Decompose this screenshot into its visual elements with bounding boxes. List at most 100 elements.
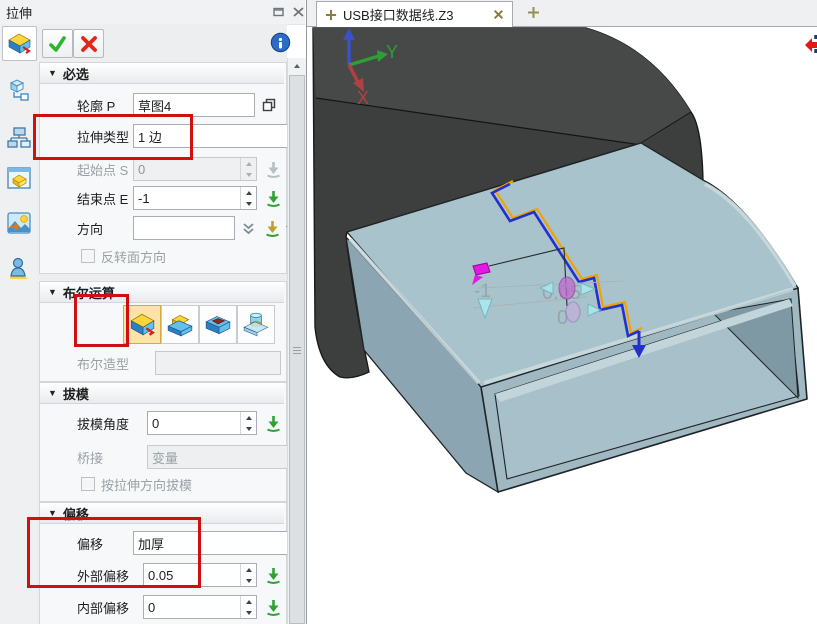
- row-start-point: 起始点 S: [77, 156, 321, 182]
- scrollbar-up-icon[interactable]: [288, 58, 306, 74]
- end-point-input-box: [133, 186, 257, 210]
- ok-arrow-icon: [264, 598, 283, 617]
- boolean-subtract-icon: [204, 311, 232, 337]
- boolean-shape-label: 布尔造型: [77, 354, 155, 373]
- inner-offset-input-box: [143, 595, 257, 619]
- pick-copy-icon[interactable]: [261, 97, 277, 113]
- spinner-icon[interactable]: [240, 596, 256, 618]
- extrude-type-value: 1 边: [138, 127, 300, 146]
- tab-close-icon[interactable]: [493, 9, 504, 20]
- boolean-intersect-icon: [242, 311, 270, 337]
- section-title: 偏移: [63, 504, 89, 523]
- boolean-shape-input[interactable]: [156, 352, 280, 374]
- info-icon: [270, 32, 291, 53]
- boolean-op-base-button[interactable]: [123, 305, 161, 344]
- display-query-icon[interactable]: [6, 77, 32, 103]
- boolean-op-subtract-button[interactable]: [199, 305, 237, 344]
- row-extrude-type: 拉伸类型 1 边: [77, 123, 321, 149]
- outer-offset-input-box: [143, 563, 257, 587]
- offset-handle-icon[interactable]: [566, 302, 580, 322]
- panel-scrollbar[interactable]: [287, 58, 306, 624]
- draft-along-checkbox[interactable]: [81, 477, 95, 491]
- spinner-icon[interactable]: [240, 187, 256, 209]
- draft-angle-input[interactable]: [148, 412, 240, 434]
- new-tab-plus-icon: [527, 6, 540, 19]
- cancel-button[interactable]: [73, 29, 104, 58]
- ok-arrow-icon-disabled: [264, 160, 283, 179]
- boolean-shape-input-box: [155, 351, 281, 375]
- outer-offset-input[interactable]: [144, 564, 240, 586]
- section-title: 布尔运算: [63, 283, 115, 302]
- offset-type-value: 加厚: [138, 534, 300, 553]
- draft-angle-input-box: [147, 411, 257, 435]
- offset-type-combo[interactable]: 加厚: [133, 531, 313, 555]
- flip-face-checkbox[interactable]: [81, 249, 95, 263]
- confirm-button[interactable]: [42, 29, 73, 58]
- offset-handle-icon[interactable]: [559, 277, 575, 299]
- spinner-icon[interactable]: [240, 412, 256, 434]
- section-header-offset[interactable]: ▼ 偏移: [40, 503, 284, 524]
- document-tabbar: USB接口数据线.Z3: [307, 0, 817, 27]
- document-tab-active[interactable]: USB接口数据线.Z3: [316, 1, 513, 27]
- outer-offset-label: 外部偏移: [77, 566, 143, 585]
- section-header-draft[interactable]: ▼ 拔模: [40, 383, 284, 404]
- boolean-op-intersect-button[interactable]: [237, 305, 275, 344]
- cancel-cross-icon: [80, 35, 98, 53]
- confirm-check-icon: [48, 35, 67, 53]
- row-end-point: 结束点 E: [77, 185, 321, 211]
- new-tab-button[interactable]: [527, 6, 542, 21]
- extrude-dialog-body: ▼ 必选 轮廓 P 拉伸类型 1 边: [37, 24, 287, 624]
- start-point-input-box: [133, 157, 257, 181]
- profile-input[interactable]: [134, 94, 254, 116]
- ok-arrow-icon: [264, 189, 283, 208]
- section-header-required[interactable]: ▼ 必选: [40, 63, 284, 84]
- dialog-title: 拉伸: [6, 3, 32, 22]
- tab-plus-icon[interactable]: [325, 9, 337, 21]
- history-manager-icon[interactable]: [6, 125, 32, 151]
- direction-input[interactable]: [134, 217, 234, 239]
- boolean-op-add-button[interactable]: [161, 305, 199, 344]
- ok-arrow-icon: [264, 566, 283, 585]
- row-direction: 方向: [77, 215, 321, 241]
- info-button[interactable]: [270, 32, 291, 53]
- section-header-boolean[interactable]: ▼ 布尔运算: [40, 282, 284, 303]
- row-draft-along: 按拉伸方向拔模: [77, 474, 321, 494]
- inner-offset-label: 内部偏移: [77, 598, 143, 617]
- profile-input-box: [133, 93, 255, 117]
- draft-along-label: 按拉伸方向拔模: [101, 475, 192, 494]
- scrollbar-thumb[interactable]: [289, 75, 305, 624]
- row-draft-angle: 拔模角度: [77, 410, 321, 436]
- viewport: USB接口数据线.Z3: [306, 0, 817, 624]
- scrollbar-grip: [293, 345, 301, 356]
- row-boolean-shape: 布尔造型: [77, 350, 321, 376]
- axis-x-label: X: [357, 88, 369, 108]
- bridge-label: 桥接: [77, 448, 147, 467]
- render-image-icon[interactable]: [6, 210, 32, 236]
- double-chevron-icon[interactable]: [241, 221, 256, 236]
- bridge-value: 变量: [152, 448, 304, 467]
- section-title: 拔模: [63, 384, 89, 403]
- close-icon[interactable]: [290, 5, 306, 19]
- dock-arrow-icon[interactable]: [805, 35, 817, 56]
- extrude-type-label: 拉伸类型: [77, 127, 133, 146]
- part-window-icon[interactable]: [6, 165, 32, 191]
- extrude-type-combo[interactable]: 1 边: [133, 124, 313, 148]
- spinner-icon[interactable]: [240, 564, 256, 586]
- usb-connector-model: -1 0.05 0: [307, 27, 817, 624]
- profile-label: 轮廓 P: [77, 96, 133, 115]
- row-boolean-ops: [77, 304, 321, 344]
- restore-icon[interactable]: [270, 5, 286, 19]
- start-point-input[interactable]: [134, 158, 240, 180]
- offset-type-label: 偏移: [77, 534, 133, 553]
- extrude-icon[interactable]: [6, 30, 32, 56]
- collapse-arrow-icon: ▼: [48, 287, 57, 297]
- boolean-add-icon: [166, 311, 194, 337]
- axis-y-label: Y: [386, 42, 398, 62]
- section-title: 必选: [63, 64, 89, 83]
- inner-offset-input[interactable]: [144, 596, 240, 618]
- spinner-icon[interactable]: [240, 158, 256, 180]
- ok-arrow-icon: [264, 414, 283, 433]
- end-point-input[interactable]: [134, 187, 240, 209]
- user-icon[interactable]: [6, 255, 32, 281]
- model-canvas[interactable]: -1 0.05 0: [307, 27, 817, 624]
